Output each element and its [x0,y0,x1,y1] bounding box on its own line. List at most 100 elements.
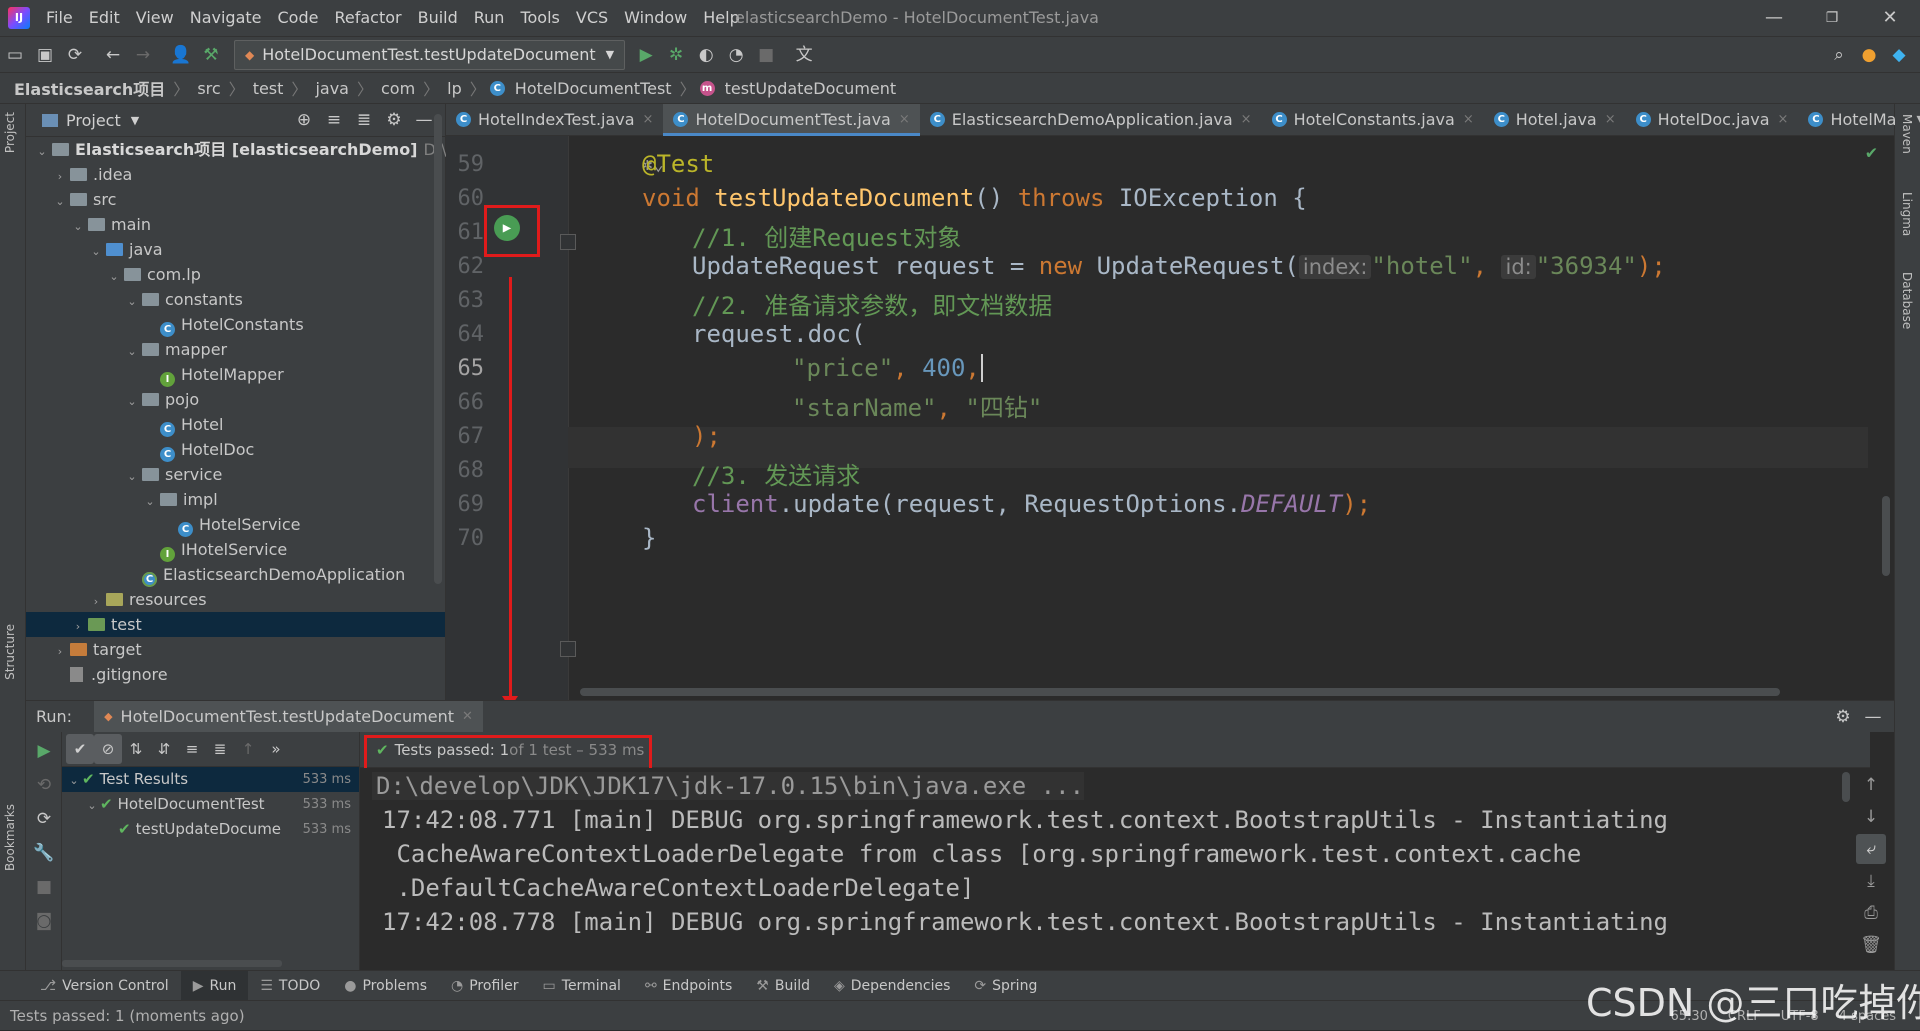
close-icon[interactable]: × [643,112,654,127]
chevron-down-icon[interactable]: ⌄ [122,339,142,364]
chevron-down-icon[interactable]: ⌄ [32,139,52,164]
project-tree-item[interactable]: .gitignore [26,662,445,687]
console-scrollbar[interactable] [1842,772,1850,802]
tool-window-profiler[interactable]: ◔ Profiler [439,971,531,1001]
sort-alpha-icon[interactable]: ⇅ [122,734,150,764]
chevron-down-icon[interactable]: ⌄ [122,464,142,489]
profile-icon[interactable]: ◔ [721,40,751,70]
editor-tab[interactable]: C Hotel.java × [1484,104,1626,136]
open-folder-icon[interactable]: ▭ [0,40,30,70]
project-tree-item[interactable]: C HotelConstants [26,312,445,337]
hide-panel-icon[interactable]: — [1858,702,1888,732]
gear-icon[interactable]: ⚙ [379,105,409,135]
status-message[interactable]: Tests passed: 1 (moments ago) [0,1007,245,1025]
chevron-down-icon[interactable]: ⌄ [86,239,106,264]
project-tree-item[interactable]: ⌄ pojo [26,387,445,412]
translate-icon[interactable]: 文 [789,40,819,70]
project-tree-item[interactable]: ⌄ impl [26,487,445,512]
chevron-right-icon[interactable]: › [50,164,70,189]
tool-window-problems[interactable]: ● Problems [332,971,439,1001]
camera-icon[interactable]: ◙ [29,906,59,936]
build-hammer-icon[interactable]: ⚒ [196,40,226,70]
stop-icon[interactable]: ■ [751,40,781,70]
coverage-icon[interactable]: ◐ [691,40,721,70]
collapse-all-icon[interactable]: ≣ [349,105,379,135]
close-icon[interactable]: × [1241,112,1252,127]
project-tree-item[interactable]: C HotelService [26,512,445,537]
chevron-down-icon[interactable]: ⌄ [140,489,160,514]
database-tool-button[interactable]: Database [1900,272,1914,329]
menu-refactor[interactable]: Refactor [326,0,409,36]
project-tree-item[interactable]: ⌄ constants [26,287,445,312]
test-tree-scrollbar[interactable] [62,960,282,967]
show-passed-icon[interactable]: ✔ [66,734,94,764]
breadcrumb-item[interactable]: java [311,79,353,98]
chevron-down-icon[interactable]: ▼ [131,114,139,127]
expand-all-icon[interactable]: ≡ [178,734,206,764]
run-configuration-select[interactable]: ◆ HotelDocumentTest.testUpdateDocument ▼ [234,39,626,70]
update-icon[interactable]: ● [1854,40,1884,70]
test-tree-item[interactable]: ⌄ ✔ Test Results 533 ms [62,767,359,792]
clear-icon[interactable]: 🗑 [1856,930,1886,960]
project-tree-item[interactable]: I HotelMapper [26,362,445,387]
expand-all-icon[interactable]: ≡ [319,105,349,135]
editor-horizontal-scrollbar[interactable] [580,688,1780,696]
breadcrumb-item[interactable]: lp [443,79,466,98]
forward-icon[interactable]: → [128,40,158,70]
inspection-ok-icon[interactable]: ✔ [1866,142,1877,163]
project-tree-item[interactable]: ⌄ main [26,212,445,237]
scroll-down-icon[interactable]: ↓ [1856,802,1886,832]
show-ignored-icon[interactable]: ⊘ [94,734,122,764]
menu-build[interactable]: Build [410,0,466,36]
editor-tab[interactable]: C ElasticsearchDemoApplication.java × [920,104,1262,136]
toolbox-icon[interactable]: ◆ [1884,40,1914,70]
console-output[interactable]: D:\develop\JDK\JDK17\jdk-17.0.15\bin\jav… [360,768,1850,970]
rerun-icon[interactable]: ▶ [29,736,59,766]
wrench-icon[interactable]: 🔧 [29,838,59,868]
project-tree-item[interactable]: ⌄ mapper [26,337,445,362]
project-scrollbar[interactable] [434,114,442,584]
close-window-button[interactable]: ✕ [1862,0,1918,36]
more-icon[interactable]: » [262,734,290,764]
tool-window-terminal[interactable]: ▭ Terminal [531,971,633,1001]
menu-edit[interactable]: Edit [81,0,128,36]
soft-wrap-icon[interactable]: ⤶ [1856,834,1886,864]
chevron-down-icon[interactable]: ⌄ [68,214,88,239]
collapse-all-icon[interactable]: ≣ [206,734,234,764]
menu-run[interactable]: Run [466,0,513,36]
back-icon[interactable]: ← [98,40,128,70]
project-tree-item[interactable]: I IHotelService [26,537,445,562]
chevron-down-icon[interactable]: ⌄ [122,289,142,314]
menu-tools[interactable]: Tools [512,0,567,36]
scroll-up-icon[interactable]: ↑ [1856,770,1886,800]
save-all-icon[interactable]: ▣ [30,40,60,70]
test-tree-item[interactable]: ✔ testUpdateDocume 533 ms [62,817,359,842]
menu-vcs[interactable]: VCS [568,0,616,36]
chevron-down-icon[interactable]: ⌄ [122,389,142,414]
project-tree-item[interactable]: C Hotel [26,412,445,437]
structure-tool-button[interactable]: Structure [3,624,17,680]
test-tree-item[interactable]: ⌄ ✔ HotelDocumentTest 533 ms [62,792,359,817]
sync-icon[interactable]: ⟳ [60,40,90,70]
fold-marker[interactable] [560,234,576,250]
chevron-right-icon[interactable]: › [68,614,88,639]
editor-tab[interactable]: C HotelIndexTest.java × [446,104,663,136]
breadcrumb-item[interactable]: testUpdateDocument [721,79,901,98]
chevron-down-icon[interactable]: ⌄ [84,793,100,818]
tab-list-chevron-icon[interactable]: ▼ [1906,113,1920,126]
project-tree-item[interactable]: ⌄Elasticsearch项目 [elasticsearchDemo]D:\d… [26,137,510,164]
tool-window-version-control[interactable]: ⎇ Version Control [28,971,181,1001]
project-tree-item[interactable]: C ElasticsearchDemoApplication [26,562,445,587]
stop-icon[interactable]: ■ [29,872,59,902]
project-tree-item[interactable]: › .idea [26,162,445,187]
project-tree-item[interactable]: ⌄ com.lp [26,262,445,287]
chevron-right-icon[interactable]: › [50,639,70,664]
menu-file[interactable]: File [38,0,81,36]
project-tool-button[interactable]: Project [3,112,17,153]
rerun-failed-icon[interactable]: ⟲ [29,770,59,800]
minimize-button[interactable]: — [1746,0,1802,36]
breadcrumb-item[interactable]: HotelDocumentTest [511,79,676,98]
editor-tab[interactable]: C HotelDocumentTest.java × [663,103,921,136]
project-tree-item[interactable]: C HotelDoc [26,437,445,462]
editor-tab[interactable]: C HotelDoc.java × [1626,104,1799,136]
